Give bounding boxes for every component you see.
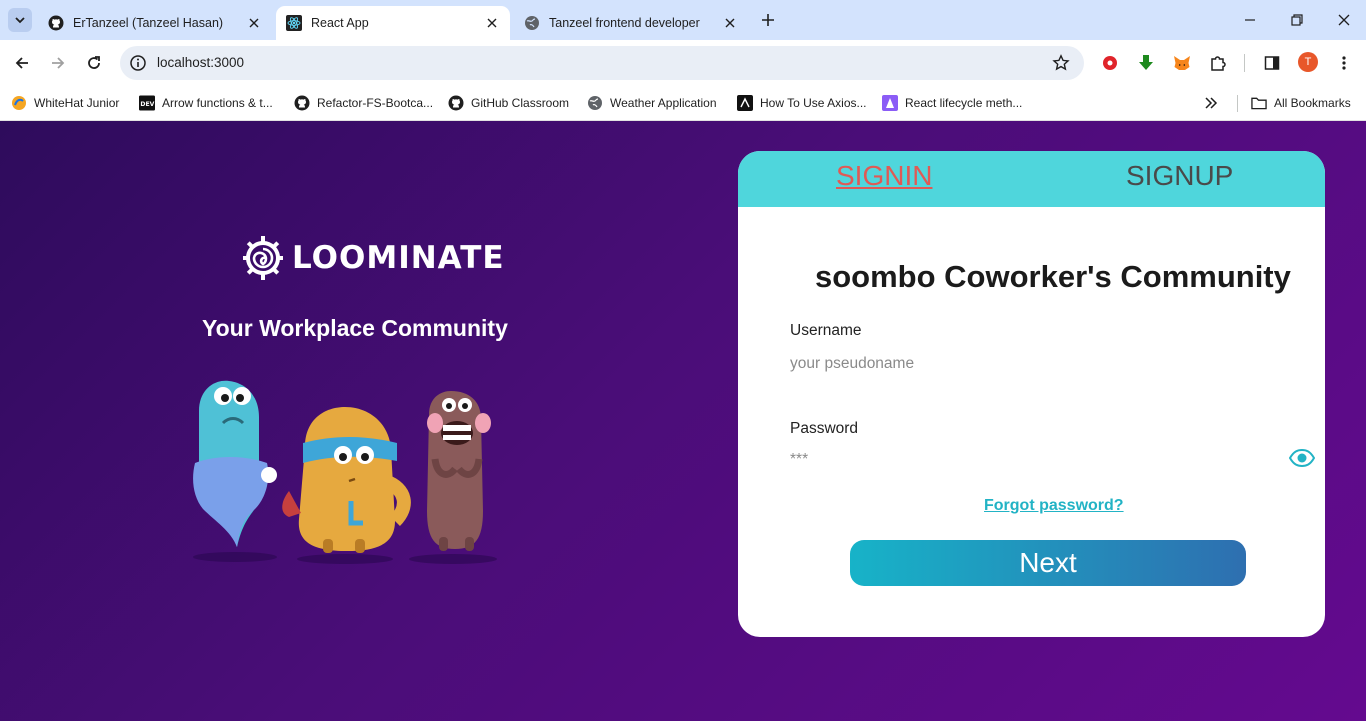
mascot-illustration <box>193 380 497 564</box>
bookmark-item[interactable]: WhiteHat Junior <box>11 92 119 114</box>
loominate-logo-icon <box>243 236 283 280</box>
chevron-down-icon <box>15 17 25 24</box>
globe-icon <box>587 95 603 111</box>
more-bookmarks-button[interactable] <box>1204 92 1218 114</box>
browser-tab[interactable]: ErTanzeel (Tanzeel Hasan) <box>38 6 272 40</box>
bookmark-label: Weather Application <box>610 96 717 110</box>
github-icon <box>294 95 310 111</box>
bookmark-label: WhiteHat Junior <box>34 96 120 110</box>
password-label: Password <box>790 420 859 437</box>
toolbar-divider <box>1244 54 1245 72</box>
url-text[interactable]: localhost:3000 <box>157 55 244 70</box>
download-arrow-icon <box>1139 55 1153 70</box>
minimize-button[interactable] <box>1240 10 1260 30</box>
extensions-menu-button[interactable] <box>1208 53 1228 73</box>
github-icon <box>48 15 64 31</box>
puzzle-piece-icon <box>1211 56 1226 71</box>
address-bar[interactable]: localhost:3000 <box>120 46 1084 80</box>
browser-tab[interactable]: Tanzeel frontend developer <box>514 6 748 40</box>
record-extension-icon <box>1103 56 1117 70</box>
bookmark-label: How To Use Axios... <box>760 96 867 110</box>
all-bookmarks-label: All Bookmarks <box>1274 96 1351 110</box>
bookmark-item[interactable]: Refactor-FS-Bootca... <box>294 92 433 114</box>
bookmark-item[interactable]: DEV Arrow functions & t... <box>139 92 273 114</box>
browser-toolbar: localhost:3000 T <box>0 40 1366 86</box>
close-tab-icon[interactable] <box>246 15 262 31</box>
double-chevron-right-icon <box>1205 97 1218 109</box>
back-button[interactable] <box>10 51 34 75</box>
svg-text:DEV: DEV <box>140 101 154 108</box>
tab-signin[interactable]: SIGNIN <box>836 160 932 192</box>
bookmark-label: GitHub Classroom <box>471 96 570 110</box>
bookmark-label: React lifecycle meth... <box>905 96 1023 110</box>
username-label: Username <box>790 322 862 339</box>
browser-tab-strip: ErTanzeel (Tanzeel Hasan) React App Tanz… <box>0 0 1366 40</box>
react-icon <box>286 15 302 31</box>
site-info-icon[interactable] <box>129 54 147 72</box>
password-input[interactable] <box>790 447 1260 473</box>
bookmark-item[interactable]: Weather Application <box>587 92 717 114</box>
extension-button[interactable] <box>1136 53 1156 73</box>
metamask-fox-icon <box>1174 56 1190 70</box>
arrow-right-icon <box>52 57 65 69</box>
auth-tabs: SIGNIN SIGNUP <box>738 151 1325 207</box>
digitalocean-icon <box>737 95 753 111</box>
tab-title: Tanzeel frontend developer <box>549 16 700 30</box>
tab-title: ErTanzeel (Tanzeel Hasan) <box>73 16 224 30</box>
browser-tab-active[interactable]: React App <box>276 6 510 40</box>
bookmark-item[interactable]: How To Use Axios... <box>737 92 867 114</box>
restore-icon <box>1291 14 1303 26</box>
close-icon <box>1338 14 1350 26</box>
form-title: soombo Coworker's Community <box>815 259 1291 294</box>
restore-button[interactable] <box>1287 10 1307 30</box>
show-password-eye-icon[interactable] <box>1289 449 1315 467</box>
bookmark-label: Arrow functions & t... <box>162 96 273 110</box>
tagline: Your Workplace Community <box>202 315 508 341</box>
forward-button[interactable] <box>46 51 70 75</box>
folder-icon <box>1251 95 1267 111</box>
minimize-icon <box>1245 19 1255 21</box>
profile-avatar[interactable]: T <box>1298 52 1318 72</box>
forgot-password-link[interactable]: Forgot password? <box>984 497 1124 515</box>
tab-title: React App <box>311 16 369 30</box>
username-input[interactable] <box>790 351 1270 377</box>
bookmark-item[interactable]: GitHub Classroom <box>448 92 569 114</box>
next-button[interactable]: Next <box>850 540 1246 586</box>
arrow-left-icon <box>15 57 28 69</box>
extension-button[interactable] <box>1172 53 1192 73</box>
bookmarks-divider <box>1237 95 1238 112</box>
auth-card: SIGNIN SIGNUP soombo Coworker's Communit… <box>738 151 1325 637</box>
tab-search-button[interactable] <box>8 8 32 32</box>
new-tab-button[interactable] <box>758 10 778 30</box>
all-bookmarks-button[interactable]: All Bookmarks <box>1251 92 1351 114</box>
dev-icon: DEV <box>139 95 155 111</box>
plus-icon <box>762 14 774 26</box>
extension-button[interactable] <box>1100 53 1120 73</box>
github-icon <box>448 95 464 111</box>
whitehat-icon <box>11 95 27 111</box>
side-panel-icon <box>1264 56 1280 70</box>
bookmark-purple-icon <box>882 95 898 111</box>
close-window-button[interactable] <box>1334 10 1354 30</box>
close-tab-icon[interactable] <box>484 15 500 31</box>
bookmark-label: Refactor-FS-Bootca... <box>317 96 434 110</box>
reload-icon <box>88 56 100 69</box>
side-panel-button[interactable] <box>1262 53 1282 73</box>
tab-signup[interactable]: SIGNUP <box>1126 160 1233 192</box>
brand-logo: LOOMINATE <box>242 233 505 283</box>
bookmark-item[interactable]: React lifecycle meth... <box>882 92 1022 114</box>
close-tab-icon[interactable] <box>722 15 738 31</box>
brand-name: LOOMINATE <box>292 240 505 276</box>
reload-button[interactable] <box>82 51 106 75</box>
browser-menu-button[interactable] <box>1334 53 1354 73</box>
globe-icon <box>525 16 539 30</box>
more-vertical-icon <box>1342 56 1346 70</box>
bookmark-star-icon[interactable] <box>1052 54 1070 72</box>
login-page: LOOMINATE Your Workplace Community SIGNI… <box>0 121 1366 721</box>
bookmarks-bar: WhiteHat Junior DEV Arrow functions & t.… <box>0 86 1366 121</box>
